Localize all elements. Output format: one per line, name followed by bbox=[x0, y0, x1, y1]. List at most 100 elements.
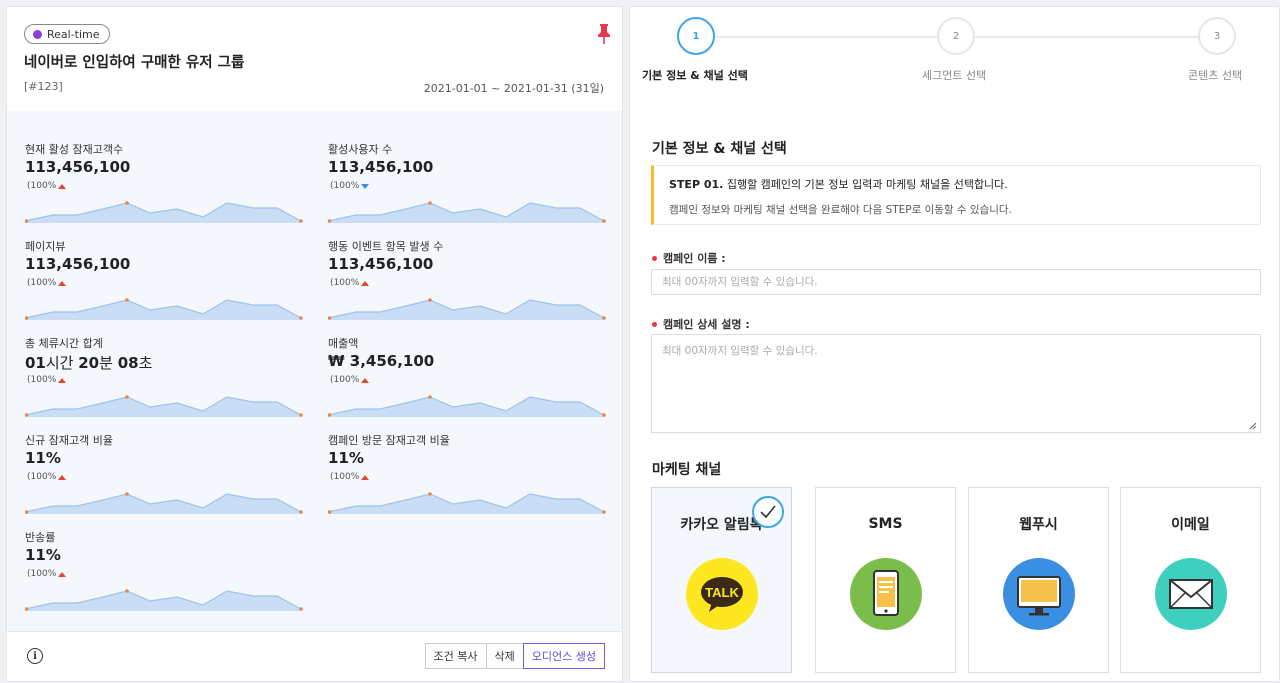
sparkline-endpoint bbox=[299, 510, 303, 514]
step-2-label[interactable]: 세그먼트 선택 bbox=[922, 67, 986, 83]
create-audience-button[interactable]: 오디언스 생성 bbox=[522, 643, 605, 669]
metric-change: (100% bbox=[27, 278, 67, 288]
sparkline-area bbox=[25, 300, 301, 320]
metric-card: 활성사용자 수 113,456,100 (100% bbox=[328, 141, 610, 238]
metric-value: 113,456,100 bbox=[25, 255, 131, 273]
callout-line-1-text: 집행할 캠페인의 기본 정보 입력과 마케팅 채널을 선택합니다. bbox=[723, 178, 1008, 191]
metric-change-text: (100% bbox=[27, 181, 57, 191]
metric-card: 신규 잠재고객 비율 11% (100% bbox=[25, 432, 307, 529]
kakao-talk-icon: TALK bbox=[686, 558, 758, 630]
stepper-line bbox=[975, 36, 1205, 38]
campaign-desc-textarea[interactable] bbox=[651, 334, 1261, 433]
metric-change-text: (100% bbox=[330, 278, 360, 288]
trend-up-icon bbox=[58, 280, 67, 286]
channel-card-webpush[interactable]: 웹푸시 bbox=[968, 487, 1109, 673]
panel-footer: i 조건 복사 삭제 오디언스 생성 bbox=[7, 631, 622, 681]
envelope-icon bbox=[1155, 558, 1227, 630]
metric-value: 01시간 20분 08초 bbox=[25, 352, 152, 373]
metric-change: (100% bbox=[330, 472, 370, 482]
metric-value: ₩ 3,456,100 bbox=[328, 352, 435, 370]
sparkline bbox=[328, 395, 606, 417]
campaign-desc-wrapper bbox=[651, 334, 1261, 433]
sparkline-peak bbox=[428, 492, 432, 496]
trend-up-icon bbox=[58, 474, 67, 480]
duration-seconds-unit: 초 bbox=[138, 354, 153, 372]
mobile-phone-icon bbox=[850, 558, 922, 630]
sparkline-endpoint bbox=[299, 316, 303, 320]
step-3-indicator[interactable]: 3 bbox=[1198, 17, 1236, 55]
metric-value: 11% bbox=[25, 449, 61, 467]
channel-card-email[interactable]: 이메일 bbox=[1120, 487, 1261, 673]
metric-change: (100% bbox=[330, 181, 370, 191]
required-dot-icon bbox=[652, 321, 657, 327]
sparkline-peak bbox=[125, 589, 129, 593]
sparkline-endpoint bbox=[602, 413, 606, 417]
metric-change-text: (100% bbox=[330, 375, 360, 385]
info-icon[interactable]: i bbox=[27, 648, 43, 664]
step-1-indicator[interactable]: 1 bbox=[677, 17, 715, 55]
sparkline-area bbox=[328, 300, 604, 320]
metric-change: (100% bbox=[27, 375, 67, 385]
channel-card-sms[interactable]: SMS bbox=[815, 487, 956, 673]
marketing-channels-title: 마케팅 채널 bbox=[652, 462, 722, 478]
metric-change-text: (100% bbox=[27, 569, 57, 579]
campaign-name-label: 캠페인 이름 : bbox=[652, 250, 726, 266]
metric-change-text: (100% bbox=[330, 181, 360, 191]
required-dot-icon bbox=[652, 255, 657, 261]
copy-conditions-button[interactable]: 조건 복사 bbox=[424, 643, 487, 669]
metric-change-text: (100% bbox=[330, 472, 360, 482]
delete-button[interactable]: 삭제 bbox=[485, 643, 524, 669]
callout-line-1: STEP 01. 집행할 캠페인의 기본 정보 입력과 마케팅 채널을 선택합니… bbox=[669, 176, 1008, 192]
pin-icon[interactable] bbox=[596, 23, 612, 45]
campaign-wizard-panel: 1 2 3 기본 정보 & 채널 선택 세그먼트 선택 콘텐츠 선택 기본 정보… bbox=[629, 6, 1280, 682]
duration-minutes: 20 bbox=[78, 354, 100, 372]
sparkline-area bbox=[328, 494, 604, 514]
resize-handle-icon[interactable] bbox=[1249, 422, 1257, 430]
action-buttons: 조건 복사 삭제 오디언스 생성 bbox=[424, 643, 605, 669]
step-2-indicator[interactable]: 2 bbox=[937, 17, 975, 55]
channel-name: 웹푸시 bbox=[1019, 517, 1058, 533]
sparkline-peak bbox=[125, 492, 129, 496]
campaign-desc-label: 캠페인 상세 설명 : bbox=[652, 316, 750, 332]
sparkline bbox=[25, 492, 303, 514]
metric-card: 현재 활성 잠재고객수 113,456,100 (100% bbox=[25, 141, 307, 238]
channel-name: 이메일 bbox=[1171, 517, 1210, 533]
metric-label: 매출액 bbox=[328, 337, 359, 350]
audience-summary-panel: Real-time 네이버로 인입하여 구매한 유저 그룹 [#123] 202… bbox=[6, 6, 623, 682]
step-1-label[interactable]: 기본 정보 & 채널 선택 bbox=[642, 67, 748, 83]
trend-up-icon bbox=[361, 280, 370, 286]
sparkline-area bbox=[25, 591, 301, 611]
metric-label: 페이지뷰 bbox=[25, 240, 66, 253]
duration-minutes-unit: 분 bbox=[99, 354, 118, 372]
realtime-badge: Real-time bbox=[24, 24, 110, 44]
campaign-name-input[interactable] bbox=[651, 269, 1261, 295]
metric-card: 총 체류시간 합계 01시간 20분 08초 (100% bbox=[25, 335, 307, 432]
audience-group-title: 네이버로 인입하여 구매한 유저 그룹 bbox=[24, 55, 245, 71]
metric-label: 현재 활성 잠재고객수 bbox=[25, 143, 124, 156]
metric-change-text: (100% bbox=[27, 375, 57, 385]
sparkline-peak bbox=[428, 201, 432, 205]
kakao-icon-text: TALK bbox=[705, 585, 739, 600]
sparkline-endpoint bbox=[299, 413, 303, 417]
step-guide-callout: STEP 01. 집행할 캠페인의 기본 정보 입력과 마케팅 채널을 선택합니… bbox=[651, 165, 1261, 225]
step-3-label[interactable]: 콘텐츠 선택 bbox=[1188, 67, 1242, 83]
metric-value: 11% bbox=[328, 449, 364, 467]
sparkline-area bbox=[328, 203, 604, 223]
channel-card-kakao[interactable]: 카카오 알림톡 TALK bbox=[651, 487, 792, 673]
metric-change-text: (100% bbox=[27, 278, 57, 288]
metric-change: (100% bbox=[330, 375, 370, 385]
metric-label: 행동 이벤트 항목 발생 수 bbox=[328, 240, 444, 253]
sparkline-area bbox=[328, 397, 604, 417]
metric-card: 매출액 ₩ 3,456,100 (100% bbox=[328, 335, 610, 432]
sparkline bbox=[25, 395, 303, 417]
channel-name: SMS bbox=[868, 516, 903, 532]
trend-up-icon bbox=[58, 183, 67, 189]
metric-label: 반송률 bbox=[25, 531, 56, 544]
metric-label: 총 체류시간 합계 bbox=[25, 337, 103, 350]
sparkline-area bbox=[25, 494, 301, 514]
metric-card: 페이지뷰 113,456,100 (100% bbox=[25, 238, 307, 335]
metric-change: (100% bbox=[27, 472, 67, 482]
sparkline bbox=[328, 201, 606, 223]
check-icon bbox=[752, 496, 784, 528]
trend-up-icon bbox=[58, 377, 67, 383]
